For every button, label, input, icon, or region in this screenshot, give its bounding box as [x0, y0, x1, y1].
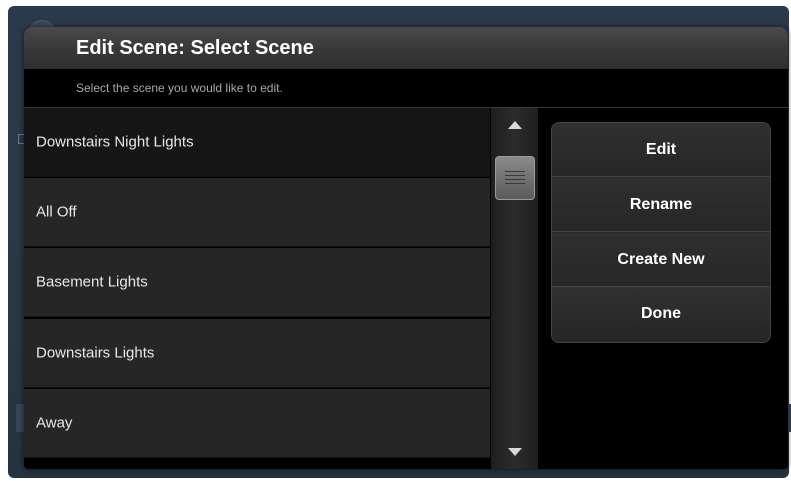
- scroll-down-button[interactable]: [491, 435, 538, 469]
- scene-list-item-label: Downstairs Lights: [36, 344, 155, 362]
- scrollbar-thumb[interactable]: [495, 156, 535, 200]
- done-button[interactable]: Done: [552, 287, 770, 341]
- scene-list-item[interactable]: Basement Lights: [24, 248, 490, 317]
- dialog-title: Edit Scene: Select Scene: [76, 37, 314, 59]
- create-new-button[interactable]: Create New: [552, 233, 770, 287]
- scene-list-item-label: Away: [36, 414, 73, 432]
- action-button-group: Edit Rename Create New Done: [551, 122, 771, 343]
- edit-scene-dialog: Edit Scene: Select Scene Select the scen…: [24, 27, 788, 469]
- chevron-up-icon: [507, 121, 522, 129]
- rename-button[interactable]: Rename: [552, 178, 770, 232]
- scene-list-item[interactable]: Downstairs Night Lights: [24, 108, 490, 177]
- chevron-down-icon: [507, 448, 522, 456]
- edit-button[interactable]: Edit: [552, 123, 770, 177]
- scroll-up-button[interactable]: [491, 108, 538, 142]
- scene-list-item-label: Downstairs Night Lights: [36, 133, 194, 151]
- scene-list: Downstairs Night Lights All Off Basement…: [24, 108, 490, 469]
- scene-list-item[interactable]: Downstairs Lights: [24, 319, 490, 388]
- scene-list-scrollbar[interactable]: [491, 108, 538, 469]
- scene-list-item[interactable]: Away: [24, 389, 490, 458]
- scene-list-item[interactable]: All Off: [24, 178, 490, 247]
- dialog-subtitle: Select the scene you would like to edit.: [76, 81, 283, 95]
- scene-list-item-label: Basement Lights: [36, 273, 148, 291]
- scene-list-item-label: All Off: [36, 203, 77, 221]
